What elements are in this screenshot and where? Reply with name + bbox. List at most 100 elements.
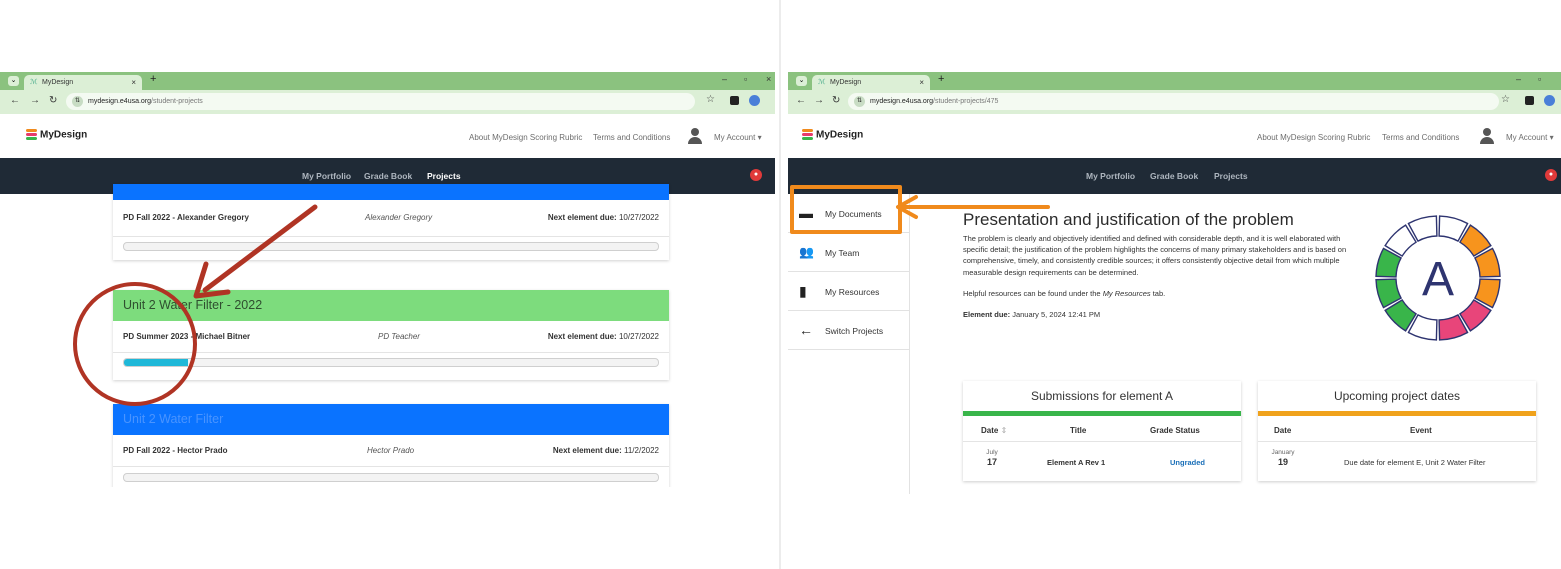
browser-tab-bar: ⌄ ℳ MyDesign × + – ▫ — [788, 72, 1561, 90]
back-icon[interactable]: ← — [10, 95, 20, 106]
element-title: Presentation and justification of the pr… — [963, 210, 1294, 229]
extension-icon[interactable] — [730, 96, 739, 105]
close-tab-icon[interactable]: × — [919, 75, 924, 90]
nav-projects[interactable]: Projects — [1214, 171, 1248, 181]
sidebar-item-my-resources[interactable]: ▮ My Resources — [788, 272, 909, 311]
book-icon: ▮ — [799, 283, 807, 299]
bookmark-star-icon[interactable]: ☆ — [706, 94, 715, 105]
maximize-icon[interactable]: ▫ — [1538, 74, 1541, 84]
maximize-icon[interactable]: ▫ — [744, 74, 747, 84]
grade-status-link[interactable]: Ungraded — [1170, 458, 1205, 467]
reload-icon[interactable]: ↻ — [49, 95, 57, 106]
resources-prefix: Helpful resources can be found under the — [963, 289, 1103, 298]
sort-icon[interactable]: ⇕ — [1001, 426, 1008, 435]
new-tab-icon[interactable]: + — [150, 73, 156, 85]
element-letter: A — [1422, 253, 1454, 306]
col-date[interactable]: Date ⇕ — [981, 426, 1007, 435]
minimize-icon[interactable]: – — [722, 74, 727, 84]
project-sidebar: ▬ My Documents 👥 My Team ▮ My Resources … — [788, 194, 910, 494]
due-label: Next element due: — [547, 213, 617, 222]
sidebar-item-my-team[interactable]: 👥 My Team — [788, 233, 909, 272]
submissions-title: Submissions for element A — [1030, 389, 1174, 403]
card-header: Unit 2 Water Filter - 2022 — [113, 290, 669, 321]
new-tab-icon[interactable]: + — [938, 73, 944, 85]
nav-my-portfolio[interactable]: My Portfolio — [302, 171, 351, 181]
resources-link[interactable]: My Resources — [1103, 289, 1151, 298]
forward-icon[interactable]: → — [30, 95, 40, 106]
annotation-circle — [73, 282, 197, 406]
avatar-icon[interactable] — [1480, 128, 1494, 144]
forward-icon[interactable]: → — [814, 95, 824, 106]
site-info-icon[interactable]: ⇅ — [72, 96, 83, 107]
divider — [963, 441, 1241, 442]
url-domain: mydesign.e4usa.org — [88, 98, 152, 105]
close-window-icon[interactable]: × — [766, 74, 771, 84]
tab-title: MyDesign — [42, 79, 74, 86]
next-due: Next element due: 10/27/2022 — [548, 213, 659, 222]
profile-icon[interactable] — [749, 95, 760, 106]
class-name: PD Fall 2022 - Alexander Gregory — [123, 213, 249, 222]
col-event: Event — [1410, 426, 1432, 435]
next-due: Next element due: 11/2/2022 — [553, 446, 659, 455]
notification-bell-icon[interactable]: ● — [750, 169, 762, 181]
nav-grade-book[interactable]: Grade Book — [364, 171, 412, 181]
progress-bar — [123, 358, 659, 367]
logo-mark-icon — [802, 128, 814, 142]
url-path: /student-projects — [151, 98, 203, 105]
address-bar-row: ← → ↻ ⇅ mydesign.e4usa.org/student-proje… — [788, 90, 1561, 114]
notification-bell-icon[interactable]: ● — [1545, 169, 1557, 181]
logo-mark-icon — [26, 128, 38, 142]
submission-title[interactable]: Element A Rev 1 — [1047, 458, 1105, 467]
logo-text: MyDesign — [40, 129, 88, 141]
arrow-left-icon: ← — [799, 322, 813, 338]
account-label: My Account — [1506, 133, 1548, 142]
browser-tab-bar: ⌄ ℳ MyDesign × + – ▫ × — [0, 72, 775, 90]
nav-my-portfolio[interactable]: My Portfolio — [1086, 171, 1135, 181]
nav-projects[interactable]: Projects — [427, 171, 461, 181]
element-due: Element due: January 5, 2024 12:41 PM — [963, 310, 1100, 319]
divider — [1258, 441, 1536, 442]
panel-divider — [779, 0, 781, 569]
browser-tab[interactable]: ℳ MyDesign × — [24, 75, 142, 90]
tab-list-icon[interactable]: ⌄ — [8, 76, 19, 86]
progress-bar — [123, 242, 659, 251]
left-screenshot: ⌄ ℳ MyDesign × + – ▫ × ← → ↻ ⇅ mydesign.… — [0, 0, 775, 569]
due-date: 11/2/2022 — [624, 446, 659, 455]
col-date: Date — [1274, 426, 1292, 435]
url-field[interactable]: ⇅ mydesign.e4usa.org/student-projects — [66, 93, 695, 110]
nav-grade-book[interactable]: Grade Book — [1150, 171, 1198, 181]
submissions-table: Submissions for element A Date ⇕ Title G… — [963, 381, 1241, 481]
submissions-accent — [963, 411, 1241, 416]
tab-list-icon[interactable]: ⌄ — [796, 76, 807, 86]
bookmark-star-icon[interactable]: ☆ — [1501, 94, 1510, 105]
minimize-icon[interactable]: – — [1516, 74, 1521, 84]
terms-link[interactable]: Terms and Conditions — [1382, 133, 1459, 142]
rubric-link[interactable]: About MyDesign Scoring Rubric — [1257, 133, 1370, 142]
site-info-icon[interactable]: ⇅ — [854, 96, 865, 107]
url-field[interactable]: ⇅ mydesign.e4usa.org/student-projects/47… — [848, 93, 1499, 110]
resources-hint: Helpful resources can be found under the… — [963, 289, 1165, 298]
col-grade-status: Grade Status — [1150, 426, 1200, 435]
my-account-menu[interactable]: My Account ▾ — [1506, 133, 1554, 142]
mydesign-logo[interactable]: MyDesign — [26, 128, 87, 142]
rubric-link[interactable]: About MyDesign Scoring Rubric — [469, 133, 582, 142]
extension-icon[interactable] — [1525, 96, 1534, 105]
profile-icon[interactable] — [1544, 95, 1555, 106]
element-due-label: Element due: — [963, 310, 1011, 319]
avatar-icon[interactable] — [688, 128, 702, 144]
browser-tab[interactable]: ℳ MyDesign × — [812, 75, 930, 90]
close-tab-icon[interactable]: × — [131, 75, 136, 90]
main-nav: My Portfolio Grade Book Projects ● — [788, 158, 1561, 194]
mydesign-logo[interactable]: MyDesign — [802, 128, 863, 142]
sidebar-item-switch-projects[interactable]: ← Switch Projects — [788, 311, 909, 350]
reload-icon[interactable]: ↻ — [832, 95, 840, 106]
project-card[interactable]: Unit 2 Water Filter PD Fall 2022 - Hecto… — [113, 404, 669, 490]
project-card[interactable]: PD Fall 2022 - Alexander Gregory Alexand… — [113, 184, 669, 260]
back-icon[interactable]: ← — [796, 95, 806, 106]
teacher-name: PD Teacher — [378, 332, 420, 341]
terms-link[interactable]: Terms and Conditions — [593, 133, 670, 142]
element-progress-ring: A — [1375, 215, 1501, 341]
event-date: January 19 — [1270, 449, 1296, 467]
resources-suffix: tab. — [1150, 289, 1166, 298]
my-account-menu[interactable]: My Account ▾ — [714, 133, 762, 142]
